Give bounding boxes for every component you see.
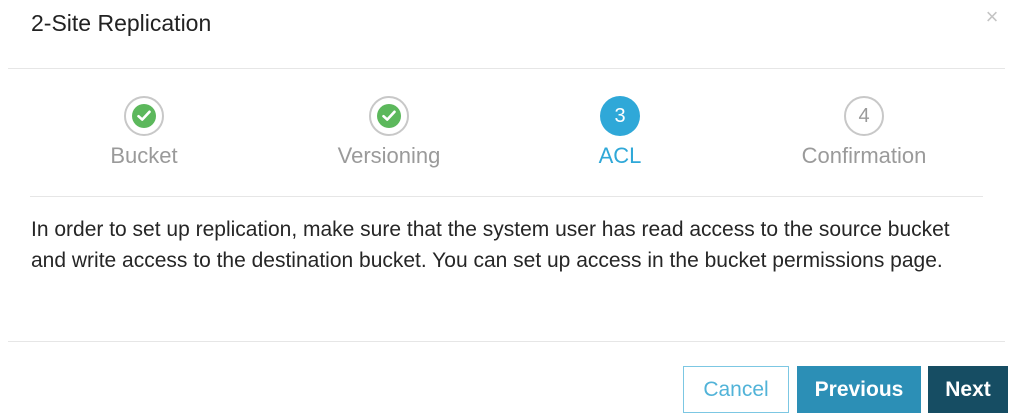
wizard-step-acl[interactable]: 3 ACL [520, 96, 720, 168]
steps-divider [30, 196, 983, 197]
cancel-button[interactable]: Cancel [683, 366, 789, 413]
wizard-step-confirmation[interactable]: 4 Confirmation [764, 96, 964, 168]
instructions-text: In order to set up replication, make sur… [31, 218, 950, 272]
close-icon[interactable]: × [981, 4, 1003, 30]
check-icon [377, 104, 401, 128]
wizard-step-bucket[interactable]: Bucket [44, 96, 244, 168]
step-3-indicator: 3 [600, 96, 640, 136]
step-2-indicator [369, 96, 409, 136]
step-3-label: ACL [598, 143, 642, 168]
dialog-title: 2-Site Replication [31, 10, 212, 36]
check-icon [132, 104, 156, 128]
replication-dialog: 2-Site Replication × Bucket Versioning 3… [0, 0, 1013, 413]
step-2-label: Versioning [337, 143, 441, 168]
step-4-indicator: 4 [844, 96, 884, 136]
step-4-number: 4 [858, 104, 870, 127]
header-divider [8, 68, 1005, 69]
step-1-indicator [124, 96, 164, 136]
footer-divider [8, 341, 1005, 342]
previous-button[interactable]: Previous [797, 366, 921, 413]
step-1-label: Bucket [110, 143, 178, 168]
wizard-step-versioning[interactable]: Versioning [289, 96, 489, 168]
step-4-label: Confirmation [801, 143, 927, 168]
step-3-number: 3 [614, 104, 626, 127]
dialog-header: 2-Site Replication × [0, 0, 1013, 68]
next-button[interactable]: Next [928, 366, 1008, 413]
